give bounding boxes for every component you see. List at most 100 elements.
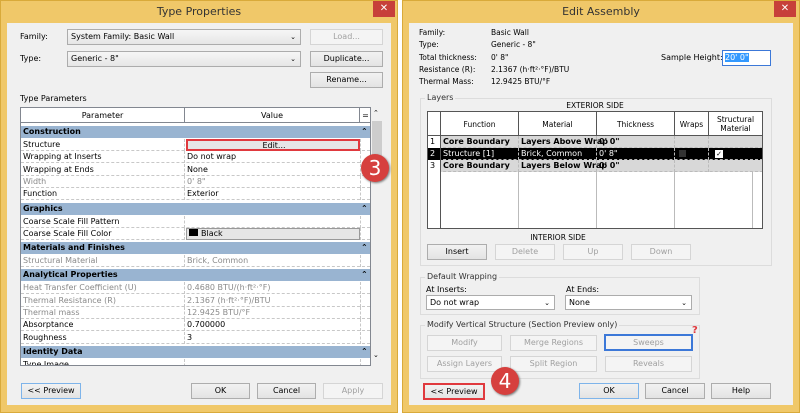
scroll-thumb[interactable] — [372, 121, 382, 157]
split-region-button[interactable]: Split Region — [510, 356, 597, 372]
layer-material[interactable]: Layers Below Wrap — [519, 160, 607, 172]
column-header-parameter[interactable]: Parameter — [21, 108, 185, 123]
parameter-row[interactable]: Thermal Resistance (R) 2.1367 (h·ft²·°F)/… — [21, 294, 370, 307]
preview-button[interactable]: << Preview — [423, 383, 485, 400]
parameter-row[interactable]: Width 0' 8" — [21, 175, 370, 188]
type-select[interactable]: Generic - 8" ⌄ — [67, 51, 301, 67]
parameter-value: 0' 8" — [187, 176, 206, 186]
rename-button[interactable]: Rename... — [310, 72, 383, 88]
layer-function[interactable]: Structure [1] — [441, 148, 519, 160]
wraps-checkbox[interactable] — [675, 148, 709, 160]
column-header[interactable]: Function — [441, 112, 519, 136]
layer-thickness[interactable]: 0' 8" — [597, 148, 675, 160]
down-button[interactable]: Down — [631, 244, 691, 260]
wraps-checkbox[interactable] — [675, 136, 709, 148]
info-value: 2.1367 (h·ft²·°F)/BTU — [491, 64, 570, 74]
collapse-icon[interactable]: ⌃ — [359, 346, 368, 358]
column-header[interactable]: Thickness — [597, 112, 675, 136]
modify-button[interactable]: Modify — [427, 335, 502, 351]
parameter-name: Type Image — [21, 358, 185, 365]
apply-button[interactable]: Apply — [323, 383, 383, 399]
close-icon[interactable]: ✕ — [373, 1, 395, 17]
group-row[interactable]: Construction ⌃ — [21, 126, 370, 139]
merge-regions-button[interactable]: Merge Regions — [510, 335, 597, 351]
sweeps-button[interactable]: Sweeps — [604, 334, 693, 351]
parameter-value: Do not wrap — [187, 152, 237, 162]
structural-material-checkbox[interactable] — [709, 160, 762, 172]
equals-icon[interactable]: = — [361, 108, 370, 123]
group-row[interactable]: Identity Data ⌃ — [21, 345, 370, 359]
layer-material[interactable]: Brick, Common — [519, 148, 597, 160]
parameter-row[interactable]: Structure Edit... — [21, 139, 370, 151]
cancel-button[interactable]: Cancel — [645, 383, 705, 399]
group-row[interactable]: Analytical Properties ⌃ — [21, 269, 370, 283]
parameter-name: Structure — [21, 139, 185, 151]
layer-row[interactable]: 3 Core Boundary Layers Below Wrap 0' 0" — [428, 160, 762, 172]
at-ends-select[interactable]: None ⌄ — [565, 295, 692, 310]
duplicate-button[interactable]: Duplicate... — [310, 51, 383, 67]
fill-color-button[interactable]: Black — [186, 227, 360, 240]
scroll-down-icon[interactable]: ⌄ — [373, 351, 379, 359]
collapse-icon[interactable]: ⌃ — [359, 203, 368, 215]
chevron-down-icon: ⌄ — [544, 299, 550, 307]
layer-function[interactable]: Core Boundary — [441, 160, 519, 172]
parameter-row[interactable]: Absorptance 0.700000 — [21, 319, 370, 332]
ok-button[interactable]: OK — [579, 383, 639, 399]
chevron-down-icon: ⌄ — [290, 33, 296, 41]
default-wrapping-label: Default Wrapping — [425, 272, 500, 281]
parameter-row[interactable]: Thermal mass 12.9425 BTU/°F — [21, 307, 370, 319]
group-row[interactable]: Materials and Finishes ⌃ — [21, 242, 370, 256]
collapse-icon[interactable]: ⌃ — [359, 242, 368, 254]
sample-height-input[interactable]: 20' 0" — [722, 50, 771, 66]
load-button[interactable]: Load... — [310, 29, 383, 45]
column-header-value[interactable]: Value — [185, 108, 360, 123]
up-button[interactable]: Up — [563, 244, 623, 260]
parameter-row[interactable]: Wrapping at Ends None — [21, 163, 370, 176]
layer-row[interactable]: 1 Core Boundary Layers Above Wrap 0' 0" — [428, 136, 762, 148]
layer-number: 3 — [428, 160, 441, 172]
ok-button[interactable]: OK — [191, 383, 250, 399]
parameter-row[interactable]: Roughness 3 — [21, 331, 370, 344]
parameter-row[interactable]: Coarse Scale Fill Pattern — [21, 215, 370, 228]
assign-layers-button[interactable]: Assign Layers — [427, 356, 502, 372]
scroll-up-icon[interactable]: ⌃ — [373, 109, 379, 117]
at-inserts-select[interactable]: Do not wrap ⌄ — [426, 295, 555, 310]
layer-number: 2 — [428, 148, 441, 160]
edit-structure-button[interactable]: Edit... — [186, 139, 360, 151]
column-header-label: Material — [542, 119, 573, 129]
preview-button[interactable]: << Preview — [21, 383, 81, 399]
help-button[interactable]: Help — [711, 383, 771, 399]
parameter-row[interactable]: Wrapping at Inserts Do not wrap — [21, 151, 370, 164]
scrollbar[interactable]: ⌃ ⌄ — [371, 107, 383, 366]
layer-function[interactable]: Core Boundary — [441, 136, 519, 148]
layer-row[interactable]: 2 Structure [1] Brick, Common 0' 8" ✓ — [428, 148, 762, 160]
structural-material-checkbox[interactable] — [709, 136, 762, 148]
layer-thickness[interactable]: 0' 0" — [597, 160, 675, 172]
family-select[interactable]: System Family: Basic Wall ⌄ — [67, 29, 301, 45]
fill-color-value: Black — [201, 228, 223, 238]
reveals-button[interactable]: Reveals — [605, 356, 692, 372]
layer-material[interactable]: Layers Above Wrap — [519, 136, 608, 148]
parameter-value: 2.1367 (h·ft²·°F)/BTU — [187, 295, 271, 305]
column-header[interactable]: Material — [519, 112, 597, 136]
collapse-icon[interactable]: ⌃ — [359, 126, 368, 138]
info-value: 12.9425 BTU/°F — [491, 77, 551, 87]
group-row[interactable]: Graphics ⌃ — [21, 202, 370, 216]
collapse-icon[interactable]: ⌃ — [359, 269, 368, 281]
insert-button[interactable]: Insert — [427, 244, 487, 260]
layer-thickness[interactable]: 0' 0" — [597, 136, 675, 148]
parameter-row[interactable]: Function Exterior — [21, 188, 370, 201]
column-header[interactable]: Structural Material — [709, 112, 762, 136]
column-header[interactable]: Wraps — [675, 112, 709, 136]
cancel-button[interactable]: Cancel — [257, 383, 316, 399]
parameter-row[interactable]: Structural Material Brick, Common — [21, 255, 370, 268]
parameter-row[interactable]: Heat Transfer Coefficient (U) 0.4680 BTU/… — [21, 282, 370, 295]
column-header-label: Function — [463, 119, 496, 129]
parameter-row[interactable]: Type Image — [21, 358, 370, 365]
delete-button[interactable]: Delete — [495, 244, 555, 260]
wraps-checkbox[interactable] — [675, 160, 709, 172]
close-icon[interactable]: ✕ — [774, 1, 796, 17]
parameter-row[interactable]: Coarse Scale Fill Color Black — [21, 227, 370, 240]
structural-material-checkbox[interactable]: ✓ — [709, 148, 762, 160]
parameter-value: 12.9425 BTU/°F — [187, 308, 251, 317]
